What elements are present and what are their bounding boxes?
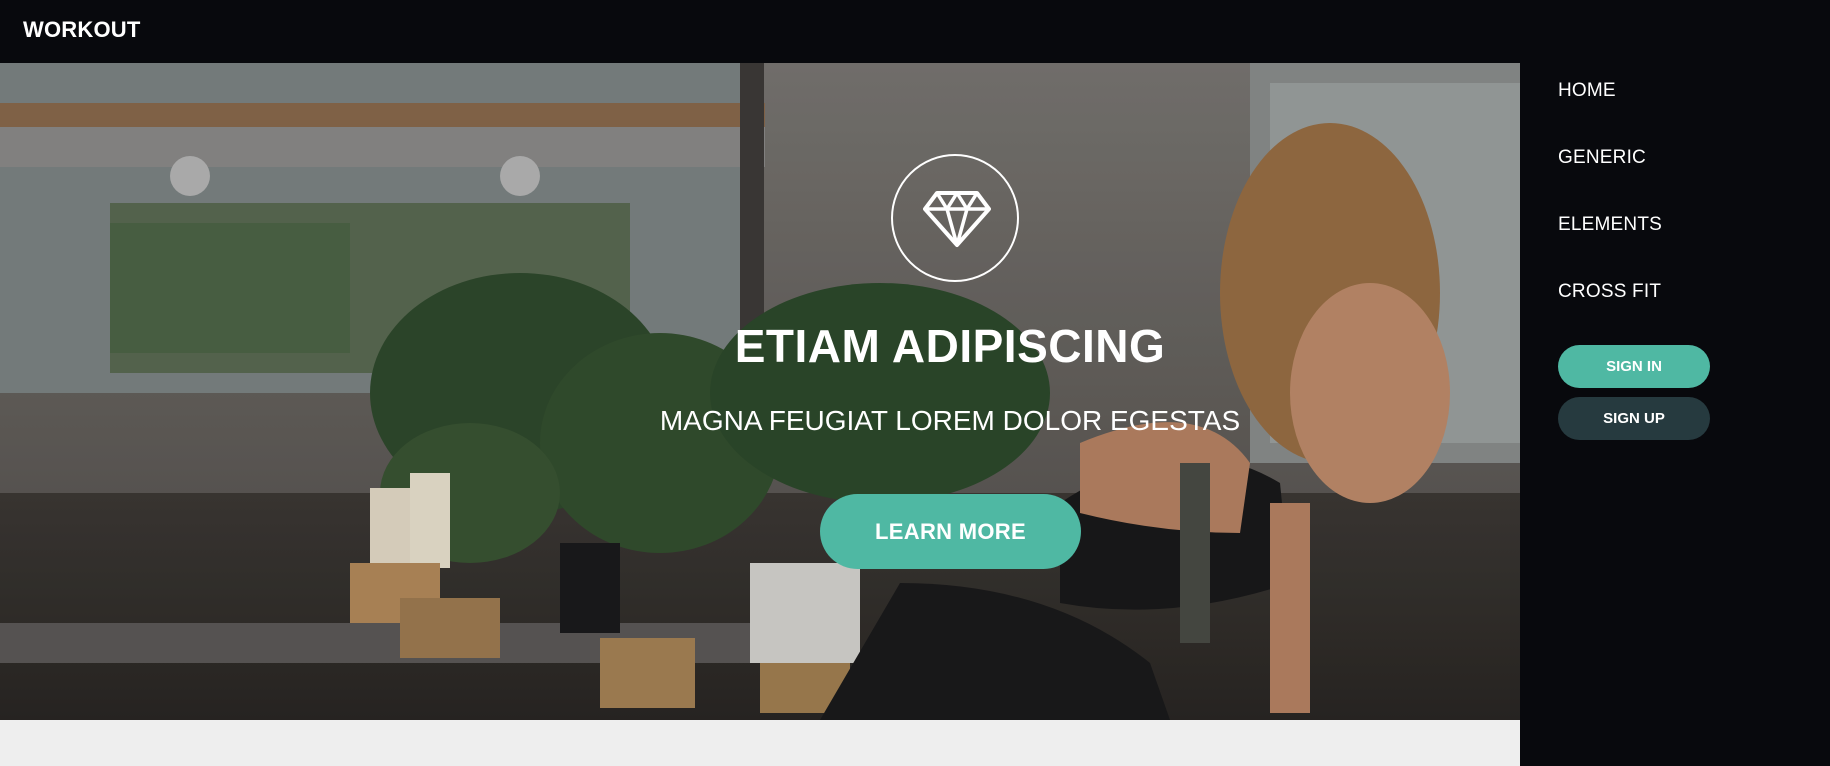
content-section-start — [0, 720, 1520, 766]
hero-overlay — [0, 63, 1520, 720]
diamond-icon-glyph — [923, 191, 991, 247]
hero-banner: ETIAM ADIPISCING MAGNA FEUGIAT LOREM DOL… — [0, 63, 1520, 720]
hero-subtitle: MAGNA FEUGIAT LOREM DOLOR EGESTAS — [659, 405, 1241, 436]
hero-title: ETIAM ADIPISCING — [734, 320, 1166, 372]
sign-in-button[interactable]: SIGN IN — [1558, 345, 1710, 388]
sign-up-button[interactable]: SIGN UP — [1558, 397, 1710, 440]
diamond-icon — [891, 154, 1019, 282]
sidebar-menu: HOME GENERIC ELEMENTS CROSS FIT SIGN IN … — [1520, 63, 1830, 766]
nav-item-home[interactable]: HOME — [1558, 80, 1616, 102]
top-bar: WORKOUT — [0, 0, 1830, 63]
nav-item-cross-fit[interactable]: CROSS FIT — [1558, 281, 1661, 303]
brand-logo[interactable]: WORKOUT — [23, 17, 141, 43]
nav-item-generic[interactable]: GENERIC — [1558, 147, 1646, 169]
nav-item-elements[interactable]: ELEMENTS — [1558, 214, 1662, 236]
learn-more-button[interactable]: LEARN MORE — [820, 494, 1081, 569]
